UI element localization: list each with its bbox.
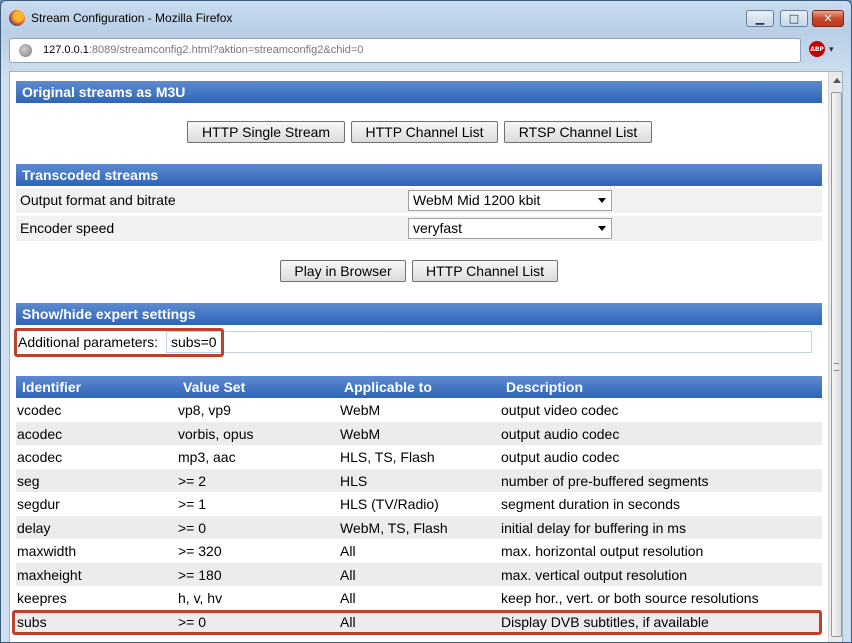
vertical-scrollbar[interactable] bbox=[828, 72, 842, 642]
play-in-browser-button[interactable]: Play in Browser bbox=[280, 260, 406, 282]
chevron-down-icon bbox=[598, 226, 606, 231]
window-title: Stream Configuration - Mozilla Firefox bbox=[31, 11, 233, 25]
cell-value-set: >= 1 bbox=[178, 496, 207, 512]
http-channel-list-button[interactable]: HTTP Channel List bbox=[351, 121, 498, 143]
address-bar[interactable]: 127.0.0.1:8089/streamconfig2.html?aktion… bbox=[9, 38, 801, 63]
cell-value-set: >= 320 bbox=[178, 543, 222, 559]
section-header-original: Original streams as M3U bbox=[16, 81, 822, 103]
url-host: 127.0.0.1 bbox=[43, 44, 89, 56]
cell-identifier: seg bbox=[17, 472, 40, 489]
cell-applicable-to: All bbox=[340, 590, 356, 606]
output-format-label: Output format and bitrate bbox=[20, 192, 176, 208]
url-path: :8089/streamconfig2.html?aktion=streamco… bbox=[88, 44, 364, 56]
table-row: maxheight >= 180 All max. vertical output r… bbox=[16, 562, 822, 586]
cell-identifier: acodec bbox=[17, 425, 63, 442]
table-header: Identifier Value Set Applicable to Descr… bbox=[16, 376, 822, 398]
minimize-button[interactable]: ▁ bbox=[746, 10, 774, 27]
cell-applicable-to: WebM, TS, Flash bbox=[340, 519, 448, 536]
table-row: maxwidth >= 320 All max. horizontal output … bbox=[16, 539, 822, 563]
close-button[interactable]: ✕ bbox=[812, 10, 844, 27]
cell-description: max. horizontal output resolution bbox=[501, 543, 704, 559]
cell-description: initial delay for buffering in ms bbox=[501, 519, 686, 536]
cell-description: segment duration in seconds bbox=[501, 496, 680, 512]
output-format-row: Output format and bitrate WebM Mid 1200 … bbox=[16, 188, 822, 213]
cell-description: keep hor., vert. or both source resoluti… bbox=[501, 590, 759, 606]
table-row: delay >= 0 WebM, TS, Flash initial delay fo… bbox=[16, 515, 822, 539]
url-text[interactable]: 127.0.0.1:8089/streamconfig2.html?aktion… bbox=[43, 44, 363, 56]
firefox-icon bbox=[9, 10, 25, 26]
table-row: segdur >= 1 HLS (TV/Radio) segment duration… bbox=[16, 492, 822, 516]
cell-description: output audio codec bbox=[501, 449, 620, 465]
cell-identifier: vcodec bbox=[17, 402, 62, 418]
cell-value-set: mp3, aac bbox=[178, 449, 236, 465]
cell-value-set: >= 2 bbox=[178, 472, 207, 489]
table-row: seg >= 2 HLS number of pre-buffered segment… bbox=[16, 468, 822, 492]
cell-value-set: >= 0 bbox=[178, 519, 207, 536]
section-header-expert[interactable]: Show/hide expert settings bbox=[16, 303, 822, 325]
highlight-box-parameters bbox=[14, 328, 224, 357]
scrollbar-thumb[interactable] bbox=[831, 92, 842, 637]
cell-value-set: vp8, vp9 bbox=[178, 402, 231, 418]
cell-applicable-to: All bbox=[340, 543, 356, 559]
encoder-speed-label: Encoder speed bbox=[20, 220, 115, 236]
parameters-table: Identifier Value Set Applicable to Descr… bbox=[16, 376, 822, 633]
cell-identifier: acodec bbox=[17, 449, 63, 465]
maximize-button[interactable]: □ bbox=[780, 10, 808, 27]
table-row: acodec mp3, aac HLS, TS, Flash output audio… bbox=[16, 445, 822, 469]
encoder-speed-value: veryfast bbox=[413, 220, 463, 236]
cell-applicable-to: HLS (TV/Radio) bbox=[340, 496, 439, 512]
cell-identifier: maxheight bbox=[17, 566, 82, 583]
cell-identifier: delay bbox=[17, 519, 51, 536]
encoder-speed-row: Encoder speed veryfast bbox=[16, 216, 822, 241]
header-description: Description bbox=[506, 379, 584, 395]
cell-value-set: h, v, hv bbox=[178, 590, 223, 606]
scroll-up-icon[interactable] bbox=[833, 78, 841, 83]
adblock-icon[interactable]: ABP bbox=[809, 41, 825, 57]
cell-description: output video codec bbox=[501, 402, 619, 418]
cell-applicable-to: HLS bbox=[340, 472, 368, 489]
header-applicable-to: Applicable to bbox=[344, 379, 432, 395]
header-value-set: Value Set bbox=[183, 379, 246, 395]
cell-identifier: segdur bbox=[17, 496, 60, 512]
additional-parameters-input[interactable]: subs=0 bbox=[166, 331, 812, 353]
globe-icon bbox=[19, 44, 32, 57]
rtsp-channel-list-button[interactable]: RTSP Channel List bbox=[504, 121, 652, 143]
cell-description: max. vertical output resolution bbox=[501, 566, 687, 583]
browser-window: Stream Configuration - Mozilla Firefox ▁… bbox=[0, 0, 852, 643]
chevron-down-icon bbox=[598, 198, 606, 203]
cell-applicable-to: HLS, TS, Flash bbox=[340, 449, 435, 465]
cell-applicable-to: WebM bbox=[340, 425, 381, 442]
cell-value-set: vorbis, opus bbox=[178, 425, 254, 442]
cell-applicable-to: WebM bbox=[340, 402, 381, 418]
cell-applicable-to: All bbox=[340, 566, 356, 583]
table-row: keepres h, v, hv All keep hor., vert. or bo… bbox=[16, 586, 822, 610]
cell-identifier: keepres bbox=[17, 590, 67, 606]
grip-icon bbox=[834, 363, 839, 371]
header-identifier: Identifier bbox=[22, 379, 82, 395]
page-content: Original streams as M3U HTTP Single Stre… bbox=[9, 71, 843, 642]
highlight-box-subs-row bbox=[12, 610, 822, 635]
encoder-speed-select[interactable]: veryfast bbox=[408, 218, 612, 239]
http-single-stream-button[interactable]: HTTP Single Stream bbox=[187, 121, 345, 143]
output-format-select[interactable]: WebM Mid 1200 kbit bbox=[408, 190, 612, 211]
table-row: acodec vorbis, opus WebM output audio codec bbox=[16, 421, 822, 445]
chevron-down-icon[interactable]: ▾ bbox=[829, 45, 834, 55]
cell-identifier: maxwidth bbox=[17, 543, 77, 559]
table-body: vcodec vp8, vp9 WebM output video codec acod… bbox=[16, 398, 822, 633]
cell-description: number of pre-buffered segments bbox=[501, 472, 709, 489]
cell-value-set: >= 180 bbox=[178, 566, 222, 583]
title-bar: Stream Configuration - Mozilla Firefox ▁… bbox=[1, 1, 851, 35]
table-row: vcodec vp8, vp9 WebM output video codec bbox=[16, 398, 822, 422]
section-header-transcoded: Transcoded streams bbox=[16, 164, 822, 186]
output-format-value: WebM Mid 1200 kbit bbox=[413, 192, 541, 208]
cell-description: output audio codec bbox=[501, 425, 620, 442]
transcoded-http-channel-list-button[interactable]: HTTP Channel List bbox=[412, 260, 558, 282]
